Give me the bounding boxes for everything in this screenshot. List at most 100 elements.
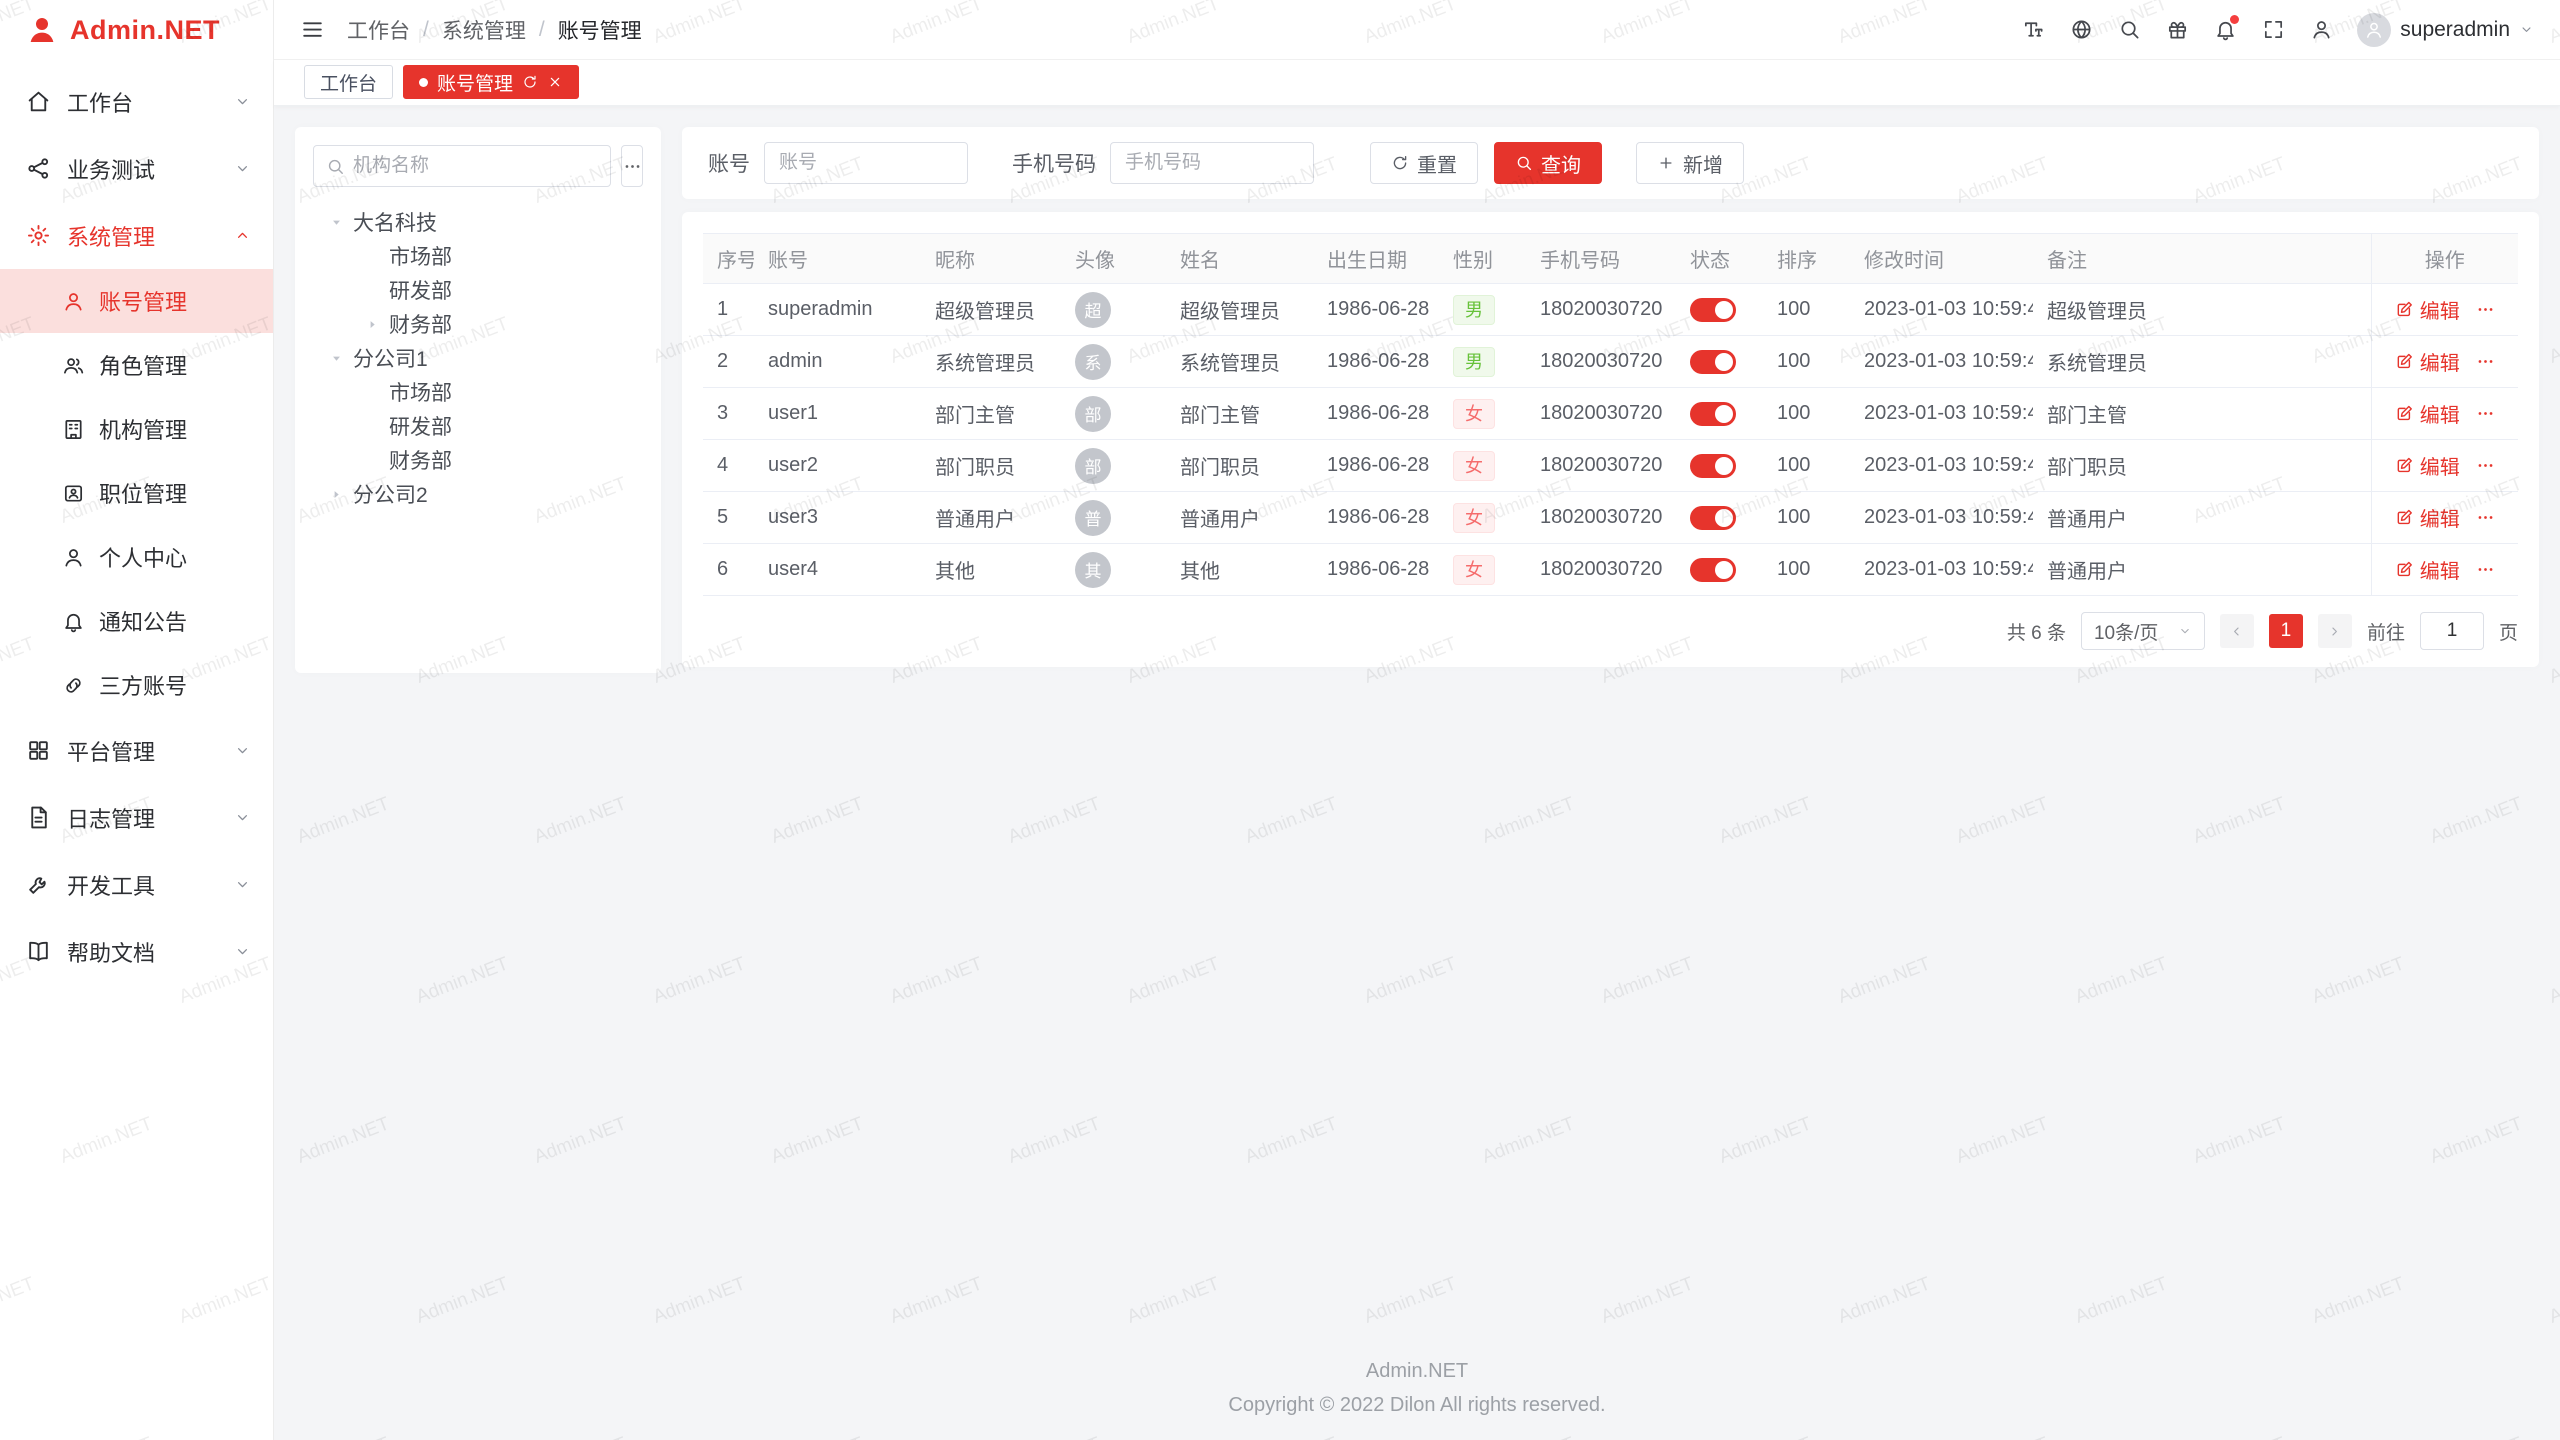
sidebar-item-business-test[interactable]: 业务测试 <box>0 135 273 202</box>
row-more-button[interactable] <box>2476 300 2495 319</box>
org-search-row <box>313 145 643 187</box>
sidebar-subitem-org[interactable]: 机构管理 <box>0 397 273 461</box>
status-toggle[interactable] <box>1690 506 1736 530</box>
remark-cell: 普通用户 <box>2033 492 2371 544</box>
column-header: 操作 <box>2371 234 2518 284</box>
tree-node[interactable]: 市场部 <box>313 375 643 409</box>
edit-button[interactable]: 编辑 <box>2395 451 2460 480</box>
gear-icon <box>26 223 51 248</box>
caret-down-icon[interactable] <box>325 211 347 233</box>
tab-label: 工作台 <box>320 69 377 96</box>
account-input[interactable] <box>764 142 968 184</box>
tab-workbench[interactable]: 工作台 <box>304 65 393 99</box>
goto-page-input[interactable] <box>2420 612 2484 650</box>
row-more-button[interactable] <box>2476 352 2495 371</box>
toggle-knob <box>1715 561 1733 579</box>
sidebar-subitem-position[interactable]: 职位管理 <box>0 461 273 525</box>
edit-button[interactable]: 编辑 <box>2395 347 2460 376</box>
tab-label: 账号管理 <box>437 69 513 96</box>
tree-node[interactable]: 分公司2 <box>313 477 643 511</box>
edit-button[interactable]: 编辑 <box>2395 295 2460 324</box>
query-button[interactable]: 查询 <box>1494 142 1602 184</box>
status-toggle[interactable] <box>1690 402 1736 426</box>
file-icon <box>26 805 51 830</box>
caret-down-icon[interactable] <box>325 347 347 369</box>
edit-icon <box>2395 560 2414 579</box>
row-more-button[interactable] <box>2476 404 2495 423</box>
page-size-select[interactable]: 10条/页 <box>2081 612 2205 650</box>
org-more-button[interactable] <box>621 145 643 187</box>
tree-node[interactable]: 财务部 <box>313 443 643 477</box>
sidebar-subitem-notice[interactable]: 通知公告 <box>0 589 273 653</box>
user-menu[interactable]: superadmin <box>2357 13 2534 47</box>
bell-button[interactable] <box>2205 10 2245 50</box>
status-toggle[interactable] <box>1690 558 1736 582</box>
tree-node[interactable]: 研发部 <box>313 273 643 307</box>
breadcrumb-item[interactable]: 工作台 <box>347 15 410 45</box>
tree-node[interactable]: 研发部 <box>313 409 643 443</box>
sidebar-subitem-account[interactable]: 账号管理 <box>0 269 273 333</box>
globe-button[interactable] <box>2061 10 2101 50</box>
edit-button[interactable]: 编辑 <box>2395 503 2460 532</box>
sidebar-subitem-third-party[interactable]: 三方账号 <box>0 653 273 717</box>
reset-button[interactable]: 重置 <box>1370 142 1478 184</box>
row-more-button[interactable] <box>2476 456 2495 475</box>
next-page-button[interactable] <box>2318 614 2352 648</box>
right-panel: 账号 手机号码 重置 查询 新增 <box>682 127 2539 667</box>
caret-right-icon[interactable] <box>325 483 347 505</box>
sidebar-item-workbench[interactable]: 工作台 <box>0 68 273 135</box>
tree-node[interactable]: 分公司1 <box>313 341 643 375</box>
edit-button[interactable]: 编辑 <box>2395 555 2460 584</box>
tree-label: 财务部 <box>389 309 452 339</box>
sidebar-subitem-role[interactable]: 角色管理 <box>0 333 273 397</box>
org-search-input[interactable] <box>353 155 598 177</box>
sidebar: Admin.NET 工作台业务测试系统管理账号管理角色管理机构管理职位管理个人中… <box>0 0 274 1440</box>
sidebar-item-system-management[interactable]: 系统管理 <box>0 202 273 269</box>
reset-label: 重置 <box>1417 149 1457 178</box>
status-cell <box>1676 336 1763 388</box>
user-button[interactable] <box>2301 10 2341 50</box>
search-button[interactable] <box>2109 10 2149 50</box>
sidebar-subitem-profile[interactable]: 个人中心 <box>0 525 273 589</box>
breadcrumb-item[interactable]: 账号管理 <box>558 15 642 45</box>
edit-button[interactable]: 编辑 <box>2395 399 2460 428</box>
gift-button[interactable] <box>2157 10 2197 50</box>
phone-input[interactable] <box>1110 142 1314 184</box>
tree-node[interactable]: 市场部 <box>313 239 643 273</box>
home-icon <box>26 89 51 114</box>
sidebar-item-help-docs[interactable]: 帮助文档 <box>0 918 273 985</box>
font-size-button[interactable] <box>2013 10 2053 50</box>
breadcrumb-item[interactable]: 系统管理 <box>442 15 526 45</box>
tab-refresh-icon[interactable] <box>522 74 538 90</box>
page-number-button[interactable]: 1 <box>2269 614 2303 648</box>
row-more-button[interactable] <box>2476 560 2495 579</box>
status-toggle[interactable] <box>1690 350 1736 374</box>
org-search-field[interactable] <box>313 145 611 187</box>
status-toggle[interactable] <box>1690 298 1736 322</box>
sidebar-item-log-management[interactable]: 日志管理 <box>0 784 273 851</box>
chevron-right-icon <box>2327 624 2342 639</box>
sort-cell: 100 <box>1763 336 1850 388</box>
row-more-button[interactable] <box>2476 508 2495 527</box>
caret-right-icon[interactable] <box>361 313 383 335</box>
tab-close-icon[interactable] <box>547 74 563 90</box>
sidebar-item-dev-tools[interactable]: 开发工具 <box>0 851 273 918</box>
sidebar-item-label: 业务测试 <box>67 153 155 185</box>
tab-account-management[interactable]: 账号管理 <box>403 65 579 99</box>
sidebar-item-platform-management[interactable]: 平台管理 <box>0 717 273 784</box>
status-toggle[interactable] <box>1690 454 1736 478</box>
sidebar-subitem-label: 职位管理 <box>99 477 187 509</box>
remark-cell: 系统管理员 <box>2033 336 2371 388</box>
prev-page-button[interactable] <box>2220 614 2254 648</box>
nickname-cell: 超级管理员 <box>921 284 1061 336</box>
tree-label: 分公司1 <box>353 343 428 373</box>
fullscreen-button[interactable] <box>2253 10 2293 50</box>
tree-label: 市场部 <box>389 241 452 271</box>
add-button[interactable]: 新增 <box>1636 142 1744 184</box>
tree-node[interactable]: 财务部 <box>313 307 643 341</box>
total-count: 共 6 条 <box>2007 618 2066 645</box>
tree-label: 分公司2 <box>353 479 428 509</box>
user-icon <box>2310 18 2333 41</box>
menu-toggle-icon[interactable] <box>300 17 325 42</box>
tree-node[interactable]: 大名科技 <box>313 205 643 239</box>
